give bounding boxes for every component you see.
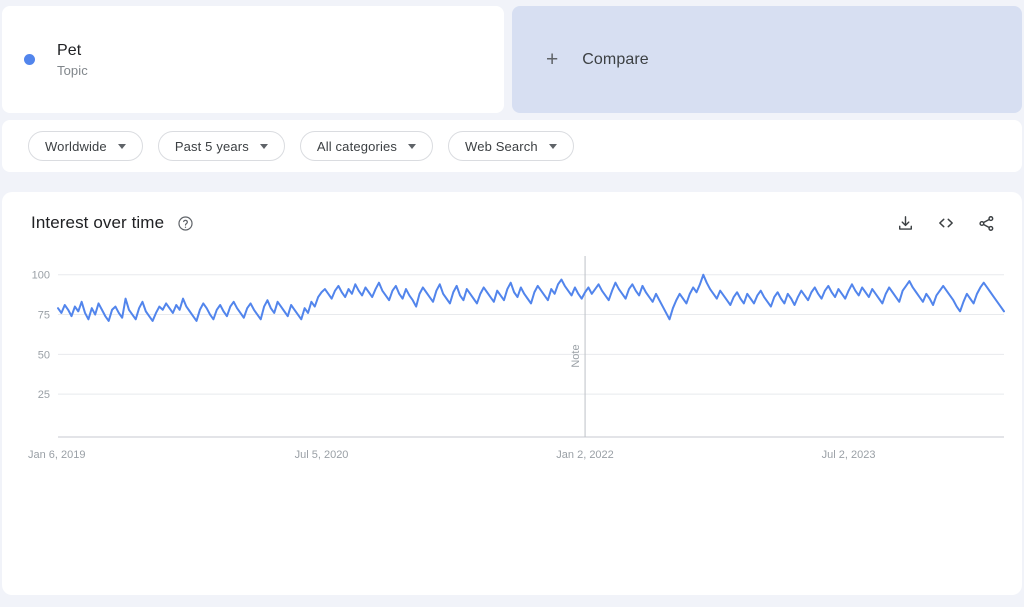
- filter-bar: Worldwide Past 5 years All categories We…: [2, 120, 1022, 172]
- x-axis-tick-label: Jan 2, 2022: [556, 449, 614, 461]
- filter-search-type-label: Web Search: [465, 138, 538, 154]
- interest-over-time-chart[interactable]: 25 50 75 100 Note Jan 6, 2019 Jul 5, 2020 Jan 2…: [2, 254, 1022, 554]
- chevron-down-icon: [408, 143, 417, 149]
- chart-header: Interest over time: [2, 192, 1022, 233]
- series-line-pet[interactable]: [57, 273, 1005, 322]
- x-axis-tick-label: Jul 2, 2023: [822, 449, 876, 461]
- chart-title-wrap: Interest over time: [31, 213, 194, 233]
- embed-icon[interactable]: [936, 213, 956, 233]
- x-axis-tick-label: Jul 5, 2020: [295, 449, 349, 461]
- chart-title: Interest over time: [31, 213, 165, 232]
- chart-actions: [896, 213, 996, 233]
- x-axis-tick-label: Jan 6, 2019: [28, 449, 86, 461]
- search-term-type: Topic: [57, 62, 88, 78]
- chart-plot-area[interactable]: 25 50 75 100 Note Jan 6, 2019 Jul 5, 2020 Jan 2…: [2, 254, 1022, 554]
- series-color-dot: [24, 54, 35, 65]
- chevron-down-icon: [117, 143, 126, 149]
- filter-location[interactable]: Worldwide: [28, 131, 143, 161]
- compare-card[interactable]: + Compare: [512, 6, 1022, 113]
- chevron-down-icon: [259, 143, 268, 149]
- filter-time-range-label: Past 5 years: [174, 138, 249, 154]
- filter-category-label: All categories: [316, 138, 398, 154]
- filter-location-label: Worldwide: [45, 138, 107, 154]
- note-annotation-label: Note: [570, 344, 582, 367]
- filter-category[interactable]: All categories: [299, 131, 434, 161]
- search-terms-row: Pet Topic + Compare: [0, 0, 1024, 113]
- plus-icon: +: [546, 48, 559, 71]
- y-axis-tick-label: 75: [38, 310, 50, 322]
- interest-over-time-card: Interest over time 25 50 75 100 Note Jan…: [2, 192, 1022, 595]
- chevron-down-icon: [548, 143, 557, 149]
- download-icon[interactable]: [896, 214, 915, 233]
- filter-search-type[interactable]: Web Search: [448, 131, 574, 161]
- help-circle-icon[interactable]: [177, 215, 194, 232]
- compare-label: Compare: [582, 50, 649, 68]
- filter-time-range[interactable]: Past 5 years: [157, 131, 285, 161]
- y-axis-tick-label: 100: [32, 270, 50, 282]
- search-term-card[interactable]: Pet Topic: [2, 6, 504, 113]
- y-axis-tick-label: 25: [38, 389, 50, 401]
- search-term-texts: Pet Topic: [57, 40, 88, 80]
- y-axis-tick-label: 50: [38, 349, 50, 361]
- share-icon[interactable]: [977, 214, 996, 233]
- search-term-title: Pet: [57, 41, 82, 59]
